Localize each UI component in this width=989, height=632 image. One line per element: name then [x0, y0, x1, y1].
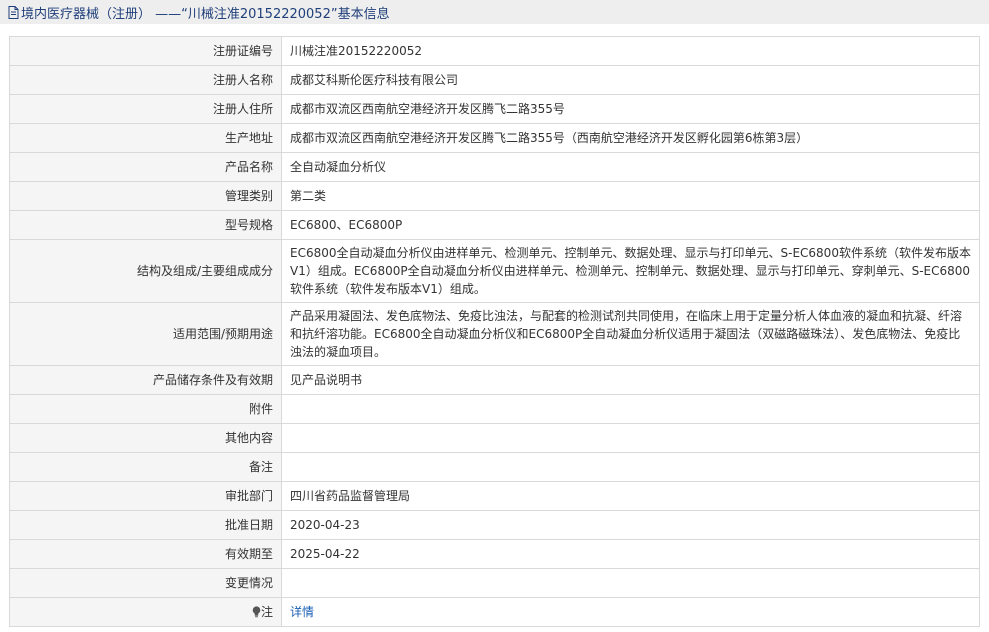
row-label: 注册人住所	[10, 94, 282, 124]
detail-table: 注册证编号 川械注准20152220052 注册人名称 成都艾科斯伦医疗科技有限…	[10, 37, 980, 627]
document-icon	[8, 5, 19, 19]
table-row: 批准日期 2020-04-23	[10, 510, 980, 540]
table-row: 适用范围/预期用途 产品采用凝固法、发色底物法、免疫比浊法，与配套的检测试剂共同…	[10, 302, 980, 366]
page-title: 境内医疗器械（注册） ——“川械注准20152220052”基本信息	[21, 6, 390, 22]
table-row: 结构及组成/主要组成成分 EC6800全自动凝血分析仪由进样单元、检测单元、控制…	[10, 239, 980, 303]
row-label: 型号规格	[10, 210, 282, 240]
row-value: 成都艾科斯伦医疗科技有限公司	[281, 65, 980, 95]
row-value	[281, 568, 980, 598]
row-label: 管理类别	[10, 181, 282, 211]
row-value: 2020-04-23	[281, 510, 980, 540]
table-row: 注 详情	[10, 597, 980, 627]
row-value: 见产品说明书	[281, 365, 980, 395]
row-value	[281, 452, 980, 482]
row-label: 审批部门	[10, 481, 282, 511]
note-label-cell: 注	[10, 597, 282, 627]
row-value: 第二类	[281, 181, 980, 211]
table-row: 产品储存条件及有效期 见产品说明书	[10, 365, 980, 395]
note-value-cell: 详情	[281, 597, 980, 627]
row-label: 生产地址	[10, 123, 282, 153]
table-row: 变更情况	[10, 568, 980, 598]
row-value: 成都市双流区西南航空港经济开发区腾飞二路355号	[281, 94, 980, 124]
row-value: EC6800、EC6800P	[281, 210, 980, 240]
table-row: 产品名称 全自动凝血分析仪	[10, 152, 980, 182]
row-value	[281, 394, 980, 424]
detail-panel: 注册证编号 川械注准20152220052 注册人名称 成都艾科斯伦医疗科技有限…	[9, 36, 980, 627]
row-value: 成都市双流区西南航空港经济开发区腾飞二路355号（西南航空港经济开发区孵化园第6…	[281, 123, 980, 153]
row-value: 产品采用凝固法、发色底物法、免疫比浊法，与配套的检测试剂共同使用，在临床上用于定…	[281, 302, 980, 366]
row-label: 注册证编号	[10, 37, 282, 66]
table-row: 审批部门 四川省药品监督管理局	[10, 481, 980, 511]
page-title-bar: 境内医疗器械（注册） ——“川械注准20152220052”基本信息	[0, 0, 989, 24]
row-label: 附件	[10, 394, 282, 424]
table-row: 注册人住所 成都市双流区西南航空港经济开发区腾飞二路355号	[10, 94, 980, 124]
row-value: 全自动凝血分析仪	[281, 152, 980, 182]
table-row: 其他内容	[10, 423, 980, 453]
row-label: 适用范围/预期用途	[10, 302, 282, 366]
row-label: 批准日期	[10, 510, 282, 540]
row-value: 四川省药品监督管理局	[281, 481, 980, 511]
row-value: 2025-04-22	[281, 539, 980, 569]
row-label: 产品储存条件及有效期	[10, 365, 282, 395]
row-label: 其他内容	[10, 423, 282, 453]
table-row: 型号规格 EC6800、EC6800P	[10, 210, 980, 240]
row-label: 结构及组成/主要组成成分	[10, 239, 282, 303]
table-row: 附件	[10, 394, 980, 424]
lightbulb-icon	[252, 606, 261, 618]
note-label: 注	[260, 605, 273, 619]
row-label: 备注	[10, 452, 282, 482]
table-row: 管理类别 第二类	[10, 181, 980, 211]
table-row: 备注	[10, 452, 980, 482]
row-value: EC6800全自动凝血分析仪由进样单元、检测单元、控制单元、数据处理、显示与打印…	[281, 239, 980, 303]
row-label: 有效期至	[10, 539, 282, 569]
table-row: 注册证编号 川械注准20152220052	[10, 37, 980, 66]
row-label: 产品名称	[10, 152, 282, 182]
row-label: 变更情况	[10, 568, 282, 598]
table-row: 生产地址 成都市双流区西南航空港经济开发区腾飞二路355号（西南航空港经济开发区…	[10, 123, 980, 153]
table-row: 有效期至 2025-04-22	[10, 539, 980, 569]
row-label: 注册人名称	[10, 65, 282, 95]
details-link[interactable]: 详情	[290, 605, 314, 619]
row-value	[281, 423, 980, 453]
table-row: 注册人名称 成都艾科斯伦医疗科技有限公司	[10, 65, 980, 95]
row-value: 川械注准20152220052	[281, 37, 980, 66]
